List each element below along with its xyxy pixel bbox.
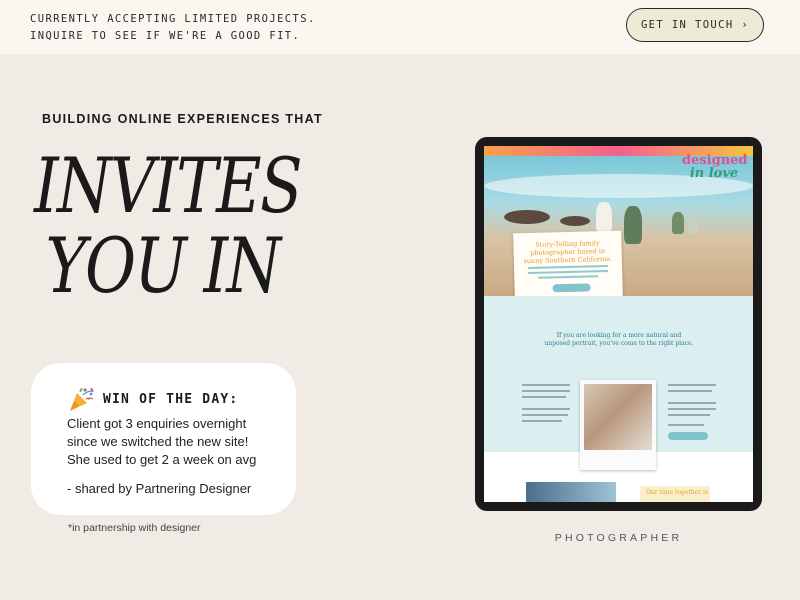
preview-logo: designed in love bbox=[682, 154, 748, 181]
hero-headline-line-2: YOU IN bbox=[45, 221, 281, 310]
family-figure bbox=[624, 206, 642, 244]
logo-line-2: in love bbox=[689, 166, 739, 181]
win-card-line-1: Client got 3 enquiries overnight bbox=[67, 416, 247, 431]
partnership-footnote: *in partnership with designer bbox=[68, 522, 201, 534]
beach-rock bbox=[504, 210, 550, 224]
announcement-bar: CURRENTLY ACCEPTING LIMITED PROJECTS. IN… bbox=[0, 0, 800, 54]
family-figure bbox=[596, 202, 612, 232]
text-line bbox=[528, 269, 609, 275]
text-line bbox=[538, 275, 599, 279]
win-card-body: Client got 3 enquiries overnight since w… bbox=[67, 415, 256, 469]
tablet-mockup: designed in love Story-Telling family ph… bbox=[475, 137, 762, 511]
hero-kicker: BUILDING ONLINE EXPERIENCES THAT bbox=[42, 112, 323, 126]
preview-bottom-image bbox=[526, 482, 616, 502]
showcase-caption: PHOTOGRAPHER bbox=[554, 532, 683, 544]
text-line bbox=[668, 384, 716, 386]
text-line bbox=[522, 384, 570, 386]
party-popper-icon bbox=[70, 387, 94, 411]
hero-headline: INVITES YOU IN bbox=[34, 141, 303, 310]
announcement-line-1: CURRENTLY ACCEPTING LIMITED PROJECTS. bbox=[30, 13, 316, 25]
preview-bottom-card: Our time together is bbox=[640, 486, 710, 502]
text-line bbox=[668, 424, 704, 426]
win-card-line-2: since we switched the new site! bbox=[67, 434, 249, 449]
text-line bbox=[668, 390, 712, 392]
announcement-text: CURRENTLY ACCEPTING LIMITED PROJECTS. IN… bbox=[30, 11, 316, 45]
win-card-header: WIN OF THE DAY: bbox=[67, 385, 238, 413]
text-line bbox=[522, 390, 570, 392]
photo-image bbox=[584, 384, 652, 450]
announcement-line-2: INQUIRE TO SEE IF WE'RE A GOOD FIT. bbox=[30, 30, 301, 42]
preview-paper-title: Story-Telling family photographer based … bbox=[523, 239, 613, 266]
family-figure bbox=[672, 212, 684, 234]
get-in-touch-button[interactable]: GET IN TOUCH › bbox=[626, 8, 764, 42]
text-line bbox=[522, 420, 562, 422]
text-line bbox=[522, 396, 566, 398]
preview-cta-button bbox=[552, 283, 591, 293]
family-figure bbox=[688, 216, 697, 234]
hero-headline-line-1: INVITES bbox=[34, 141, 303, 230]
text-line bbox=[668, 414, 710, 416]
text-line bbox=[668, 408, 716, 410]
win-card-attribution: - shared by Partnering Designer bbox=[67, 481, 252, 496]
text-line bbox=[528, 264, 609, 270]
win-card-title: WIN OF THE DAY: bbox=[103, 391, 239, 407]
text-line bbox=[522, 408, 570, 410]
win-card-line-3: She used to get 2 a week on avg bbox=[67, 452, 257, 467]
text-line bbox=[522, 414, 568, 416]
website-preview: designed in love Story-Telling family ph… bbox=[484, 146, 753, 502]
win-of-the-day-card: WIN OF THE DAY: Client got 3 enquiries o… bbox=[31, 363, 296, 515]
text-line bbox=[668, 402, 716, 404]
preview-bottom-card-text: Our time together is bbox=[646, 489, 709, 496]
preview-cta-button bbox=[668, 432, 708, 440]
preview-intro-paper: Story-Telling family photographer based … bbox=[513, 230, 623, 300]
preview-family-photo bbox=[580, 380, 656, 470]
beach-rock bbox=[560, 216, 590, 226]
preview-intro-text: If you are looking for a more natural an… bbox=[544, 332, 694, 347]
